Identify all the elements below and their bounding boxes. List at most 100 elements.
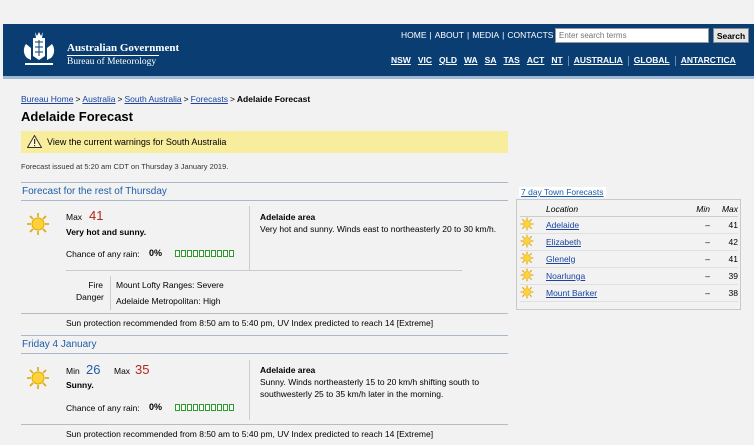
fire-danger-column-divider bbox=[110, 276, 111, 310]
town-min: – bbox=[678, 216, 710, 234]
rain-chance-value: 0% bbox=[149, 248, 163, 258]
town-forecasts-panel: Location Min Max Adelaide –41 Elizabeth –42… bbox=[516, 199, 741, 310]
top-link-contacts[interactable]: CONTACTS bbox=[507, 30, 553, 40]
area-title: Adelaide area bbox=[260, 365, 316, 375]
town-max: 39 bbox=[710, 267, 738, 285]
town-min: – bbox=[678, 250, 710, 268]
forecast-summary: Sunny. bbox=[66, 380, 94, 390]
rain-chance-bar bbox=[175, 404, 234, 411]
town-link[interactable]: Adelaide bbox=[546, 220, 579, 230]
rain-chance-label: Chance of any rain: bbox=[66, 249, 140, 259]
town-row: Noarlunga –39 bbox=[520, 267, 738, 285]
site-header: Australian Government Bureau of Meteorol… bbox=[3, 24, 754, 79]
min-label: Min bbox=[66, 366, 80, 376]
town-weather-icon bbox=[520, 267, 546, 285]
issued-time: Forecast issued at 5:20 am CDT on Thursd… bbox=[21, 162, 229, 171]
town-link[interactable]: Mount Barker bbox=[546, 288, 597, 298]
column-min: Min bbox=[678, 202, 710, 217]
warning-triangle-icon bbox=[27, 135, 42, 148]
town-max: 41 bbox=[710, 250, 738, 268]
breadcrumb-south-australia[interactable]: South Australia bbox=[124, 94, 181, 104]
coat-of-arms-icon bbox=[23, 32, 55, 65]
rain-chance-label: Chance of any rain: bbox=[66, 403, 140, 413]
top-link-media[interactable]: MEDIA bbox=[472, 30, 499, 40]
town-min: – bbox=[678, 233, 710, 251]
town-max: 42 bbox=[710, 233, 738, 251]
state-link-global[interactable]: GLOBAL bbox=[634, 55, 670, 65]
bureau-title[interactable]: Bureau of Meteorology bbox=[67, 57, 156, 67]
warning-banner[interactable]: View the current warnings for South Aust… bbox=[21, 131, 508, 153]
breadcrumb-current: Adelaide Forecast bbox=[236, 94, 311, 104]
town-row: Adelaide –41 bbox=[520, 216, 738, 234]
state-link-vic[interactable]: VIC bbox=[418, 55, 432, 65]
browser-top-strip bbox=[0, 0, 751, 24]
sunny-icon bbox=[520, 285, 534, 298]
town-weather-icon bbox=[520, 233, 546, 251]
state-link-act[interactable]: ACT bbox=[527, 55, 544, 65]
column-divider bbox=[249, 206, 250, 270]
sunny-icon bbox=[520, 268, 534, 281]
column-location: Location bbox=[546, 202, 678, 217]
state-link-sa[interactable]: SA bbox=[485, 55, 497, 65]
town-min: – bbox=[678, 284, 710, 302]
town-weather-icon bbox=[520, 284, 546, 302]
breadcrumb-australia[interactable]: Australia bbox=[82, 94, 115, 104]
breadcrumb-bureau-home[interactable]: Bureau Home bbox=[21, 94, 73, 104]
state-links: NSW VIC QLD WA SA TAS ACT NT AUSTRALIA GLOBAL ANTA… bbox=[391, 55, 743, 66]
max-temperature: 41 bbox=[89, 208, 104, 223]
sunny-icon bbox=[520, 217, 534, 230]
town-link[interactable]: Glenelg bbox=[546, 254, 575, 264]
government-title: Australian Government bbox=[67, 42, 180, 54]
breadcrumb: Bureau Home > Australia > South Australia > Fo… bbox=[21, 94, 311, 104]
town-link[interactable]: Noarlunga bbox=[546, 271, 585, 281]
fire-danger-label: Fire Danger bbox=[76, 280, 104, 302]
title-divider bbox=[67, 55, 159, 56]
town-link[interactable]: Elizabeth bbox=[546, 237, 581, 247]
town-forecasts-table: Location Min Max Adelaide –41 Elizabeth –42… bbox=[520, 202, 738, 302]
fire-danger-item: Adelaide Metropolitan: High bbox=[116, 296, 221, 306]
warning-link[interactable]: View the current warnings for South Aust… bbox=[47, 137, 226, 147]
area-forecast-text: Sunny. Winds northeasterly 15 to 20 km/h… bbox=[260, 377, 480, 399]
fire-danger-item: Mount Lofty Ranges: Severe bbox=[116, 280, 224, 290]
state-link-australia[interactable]: AUSTRALIA bbox=[574, 55, 623, 65]
town-weather-icon bbox=[520, 216, 546, 234]
town-max: 38 bbox=[710, 284, 738, 302]
top-link-about[interactable]: ABOUT bbox=[435, 30, 464, 40]
forecast-heading-friday: Friday 4 January bbox=[21, 335, 508, 354]
town-row: Glenelg –41 bbox=[520, 250, 738, 268]
town-row: Mount Barker –38 bbox=[520, 284, 738, 302]
fire-danger-divider bbox=[66, 270, 462, 271]
page-title: Adelaide Forecast bbox=[21, 109, 133, 124]
town-forecasts-title[interactable]: 7 day Town Forecasts bbox=[519, 187, 606, 197]
town-max: 41 bbox=[710, 216, 738, 234]
sunny-icon bbox=[27, 213, 49, 235]
min-temperature: 26 bbox=[86, 362, 101, 377]
town-min: – bbox=[678, 267, 710, 285]
state-link-nsw[interactable]: NSW bbox=[391, 55, 411, 65]
sun-protection-text: Sun protection recommended from 8:50 am … bbox=[66, 429, 434, 439]
state-link-nt[interactable]: NT bbox=[551, 55, 562, 65]
state-link-antarctica[interactable]: ANTARCTICA bbox=[681, 55, 736, 65]
state-link-qld[interactable]: QLD bbox=[439, 55, 457, 65]
state-link-tas[interactable]: TAS bbox=[503, 55, 519, 65]
area-forecast-text: Very hot and sunny. Winds east to northe… bbox=[260, 224, 497, 234]
max-label: Max bbox=[114, 366, 131, 376]
sunny-icon bbox=[27, 367, 49, 389]
town-weather-icon bbox=[520, 250, 546, 268]
state-link-wa[interactable]: WA bbox=[464, 55, 478, 65]
forecast-summary: Very hot and sunny. bbox=[66, 227, 147, 237]
max-label: Max bbox=[66, 212, 83, 222]
column-max: Max bbox=[710, 202, 738, 217]
search-button[interactable]: Search bbox=[713, 28, 749, 43]
area-title: Adelaide area bbox=[260, 212, 316, 222]
top-link-home[interactable]: HOME bbox=[401, 30, 427, 40]
sunny-icon bbox=[520, 251, 534, 264]
forecast-heading-thursday: Forecast for the rest of Thursday bbox=[21, 182, 508, 201]
top-links: HOME | ABOUT | MEDIA | CONTACTS bbox=[401, 30, 554, 40]
max-temperature: 35 bbox=[135, 362, 150, 377]
search-input[interactable] bbox=[555, 28, 709, 43]
rain-chance-bar bbox=[175, 250, 234, 257]
sunny-icon bbox=[520, 234, 534, 247]
town-row: Elizabeth –42 bbox=[520, 233, 738, 251]
breadcrumb-forecasts[interactable]: Forecasts bbox=[191, 94, 228, 104]
